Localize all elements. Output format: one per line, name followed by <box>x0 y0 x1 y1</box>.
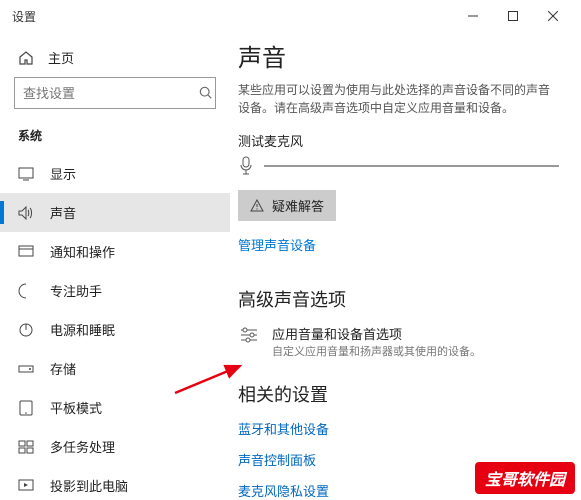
nav-label: 投影到此电脑 <box>50 476 128 495</box>
minimize-icon <box>468 11 478 21</box>
nav-label: 电源和睡眠 <box>50 320 115 339</box>
project-icon <box>18 478 34 494</box>
content-panel: 声音 某些应用可以设置为使用与此处选择的声音设备不同的声音设备。请在高级声音选项… <box>230 32 581 500</box>
nav-label: 专注助手 <box>50 281 102 300</box>
sidebar-item-notifications[interactable]: 通知和操作 <box>0 232 230 271</box>
troubleshoot-label: 疑难解答 <box>272 196 324 215</box>
maximize-button[interactable] <box>493 2 533 30</box>
multitask-icon <box>18 439 34 455</box>
watermark: 宝哥软件园 <box>475 462 575 494</box>
manage-sound-link[interactable]: 管理声音设备 <box>238 235 316 254</box>
sidebar-item-tablet[interactable]: 平板模式 <box>0 388 230 427</box>
page-description: 某些应用可以设置为使用与此处选择的声音设备不同的声音设备。请在高级声音选项中自定… <box>238 81 559 117</box>
close-icon <box>548 11 558 21</box>
display-icon <box>18 166 34 182</box>
nav-label: 通知和操作 <box>50 242 115 261</box>
home-label: 主页 <box>48 48 74 67</box>
mic-test-row <box>238 156 559 176</box>
page-title: 声音 <box>238 38 559 73</box>
power-icon <box>18 322 34 338</box>
section-title: 系统 <box>0 123 230 154</box>
search-box[interactable] <box>14 77 216 109</box>
sidebar: 主页 系统 显示 声音 <box>0 32 230 500</box>
advanced-title: 高级声音选项 <box>238 286 559 312</box>
nav-label: 多任务处理 <box>50 437 115 456</box>
warning-icon <box>250 199 264 213</box>
sound-icon <box>18 205 34 221</box>
focus-icon <box>18 283 34 299</box>
sidebar-item-display[interactable]: 显示 <box>0 154 230 193</box>
mic-level-bar <box>264 165 559 167</box>
related-title: 相关的设置 <box>238 381 559 407</box>
option-title: 应用音量和设备首选项 <box>272 324 481 343</box>
nav-label: 存储 <box>50 359 76 378</box>
mic-icon <box>238 156 254 176</box>
nav-label: 声音 <box>50 203 76 222</box>
app-volume-option[interactable]: 应用音量和设备首选项 自定义应用音量和扬声器或其使用的设备。 <box>238 324 559 359</box>
option-desc: 自定义应用音量和扬声器或其使用的设备。 <box>272 343 481 359</box>
titlebar: 设置 <box>0 0 581 32</box>
tablet-icon <box>18 400 34 416</box>
nav-label: 显示 <box>50 164 76 183</box>
sidebar-item-sound[interactable]: 声音 <box>0 193 230 232</box>
sidebar-item-storage[interactable]: 存储 <box>0 349 230 388</box>
close-button[interactable] <box>533 2 573 30</box>
sidebar-item-multitask[interactable]: 多任务处理 <box>0 427 230 466</box>
search-icon <box>199 86 213 100</box>
sidebar-item-focus[interactable]: 专注助手 <box>0 271 230 310</box>
window-controls <box>453 2 573 30</box>
storage-icon <box>18 361 34 377</box>
home-icon <box>18 50 34 66</box>
sliders-icon <box>238 324 260 346</box>
sidebar-item-power[interactable]: 电源和睡眠 <box>0 310 230 349</box>
troubleshoot-button[interactable]: 疑难解答 <box>238 190 336 221</box>
notifications-icon <box>18 244 34 260</box>
search-input[interactable] <box>23 86 199 101</box>
maximize-icon <box>508 11 518 21</box>
nav-label: 平板模式 <box>50 398 102 417</box>
sidebar-item-project[interactable]: 投影到此电脑 <box>0 466 230 500</box>
home-button[interactable]: 主页 <box>0 40 230 77</box>
nav-list: 显示 声音 通知和操作 专注助手 电源和睡眠 <box>0 154 230 500</box>
minimize-button[interactable] <box>453 2 493 30</box>
window-title: 设置 <box>12 8 36 25</box>
test-mic-label: 测试麦克风 <box>238 131 559 150</box>
link-bluetooth[interactable]: 蓝牙和其他设备 <box>238 419 559 438</box>
